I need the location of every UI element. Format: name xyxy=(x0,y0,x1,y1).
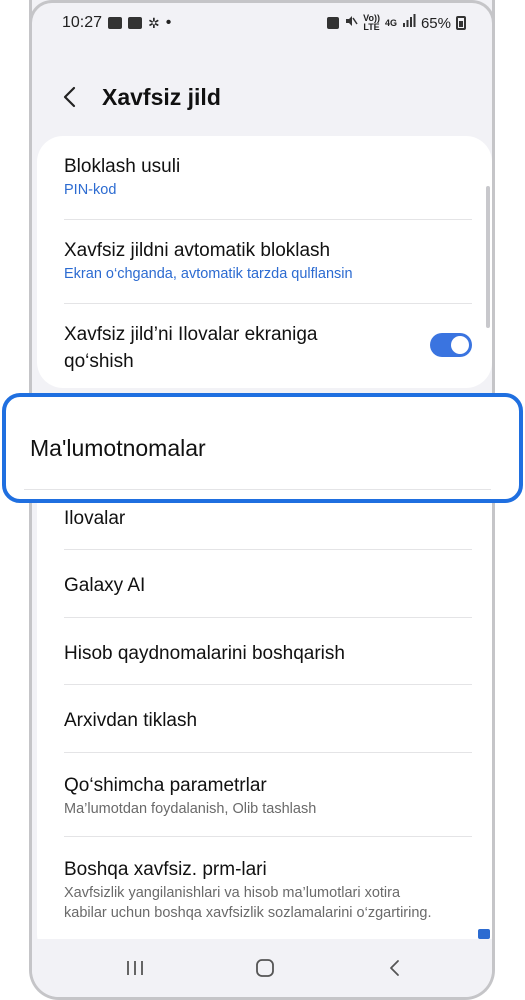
setting-title: Bloklash usuli xyxy=(64,156,181,177)
status-bar: 10:27 ✲ • Vo)) LTE 4G 65% xyxy=(32,10,492,40)
battery-percent: 65% xyxy=(420,14,451,32)
setting-subtitle-line2: kabilar uchun boshqa xavfsizlik sozlamal… xyxy=(64,905,432,921)
home-button[interactable] xyxy=(250,953,280,983)
setting-title: Hisob qaydnomalarini boshqarish xyxy=(64,643,345,664)
setting-auto-lock[interactable]: Xavfsiz jildni avtomatik bloklash Ekran … xyxy=(64,237,472,284)
fan-icon: ✲ xyxy=(148,15,160,31)
settings-card-top: Bloklash usuli PIN-kod Xavfsiz jildni av… xyxy=(37,136,492,388)
setting-restore-backup[interactable]: Arxivdan tiklash xyxy=(64,707,472,734)
recent-apps-button[interactable] xyxy=(120,953,150,983)
setting-account-management[interactable]: Hisob qaydnomalarini boshqarish xyxy=(64,640,472,667)
volte-indicator: Vo)) LTE xyxy=(363,13,380,32)
divider xyxy=(64,219,472,220)
network-type: 4G xyxy=(384,17,397,28)
divider xyxy=(64,684,472,685)
scrollbar[interactable] xyxy=(486,186,490,328)
setting-title-line1: Xavfsiz jild’ni Ilovalar ekraniga xyxy=(64,324,318,345)
setting-title: Galaxy AI xyxy=(64,575,146,596)
highlighted-item-label: Ma'lumotnomalar xyxy=(30,435,206,461)
setting-other-security[interactable]: Boshqa xavfsiz. prm-lari Xavfsizlik yang… xyxy=(64,856,472,923)
divider xyxy=(64,752,472,753)
settings-card-bottom: Ilovalar Galaxy AI Hisob qaydnomalarini … xyxy=(37,460,492,960)
setting-title: Xavfsiz jildni avtomatik bloklash xyxy=(64,240,331,261)
status-right: Vo)) LTE 4G 65% xyxy=(327,14,466,32)
setting-subtitle: Ma’lumotdan foydalanish, Olib tashlash xyxy=(64,801,317,817)
setting-subtitle: Ekran o‘chganda, avtomatik tarzda qulfla… xyxy=(64,266,353,282)
setting-more-options[interactable]: Qo‘shimcha parametrlar Ma’lumotdan foyda… xyxy=(64,772,472,819)
divider xyxy=(64,549,472,550)
setting-title: Qo‘shimcha parametrlar xyxy=(64,775,267,796)
secure-folder-icon xyxy=(327,17,340,29)
setting-apps[interactable]: Ilovalar xyxy=(64,505,472,532)
recent-apps-icon xyxy=(127,961,143,975)
highlighted-item-references[interactable]: Ma'lumotnomalar xyxy=(2,393,523,503)
divider xyxy=(24,489,491,490)
setting-title: Boshqa xavfsiz. prm-lari xyxy=(64,859,267,880)
setting-title: Ilovalar xyxy=(64,508,126,529)
divider xyxy=(64,303,472,304)
setting-galaxy-ai[interactable]: Galaxy AI xyxy=(64,572,472,599)
status-time: 10:27 xyxy=(62,14,103,31)
back-nav-button[interactable] xyxy=(380,953,410,983)
navigation-bar xyxy=(32,939,492,997)
back-button[interactable] xyxy=(56,82,86,112)
setting-subtitle: PIN-kod xyxy=(64,182,117,198)
secure-folder-badge-icon xyxy=(478,929,490,939)
page-title: Xavfsiz jild xyxy=(102,84,221,110)
battery-icon xyxy=(456,16,466,30)
signal-icon xyxy=(402,14,416,32)
mute-icon xyxy=(344,14,358,32)
divider xyxy=(64,836,472,837)
app-header: Xavfsiz jild xyxy=(32,70,492,126)
setting-lock-method[interactable]: Bloklash usuli PIN-kod xyxy=(64,153,472,200)
status-left: 10:27 ✲ • xyxy=(62,14,171,32)
image-icon xyxy=(128,17,143,29)
gallery-icon xyxy=(108,17,123,29)
setting-title: Arxivdan tiklash xyxy=(64,710,198,731)
home-icon xyxy=(256,959,274,977)
back-nav-icon xyxy=(390,960,399,976)
setting-title-line2: qo‘shish xyxy=(64,351,134,372)
status-dot: • xyxy=(165,14,172,31)
chevron-left-icon xyxy=(63,86,76,108)
add-to-apps-toggle[interactable] xyxy=(430,333,472,357)
setting-subtitle-line1: Xavfsizlik yangilanishlari va hisob ma’l… xyxy=(64,885,401,901)
setting-add-to-apps[interactable]: Xavfsiz jild’ni Ilovalar ekraniga qo‘shi… xyxy=(64,321,472,375)
divider xyxy=(64,617,472,618)
